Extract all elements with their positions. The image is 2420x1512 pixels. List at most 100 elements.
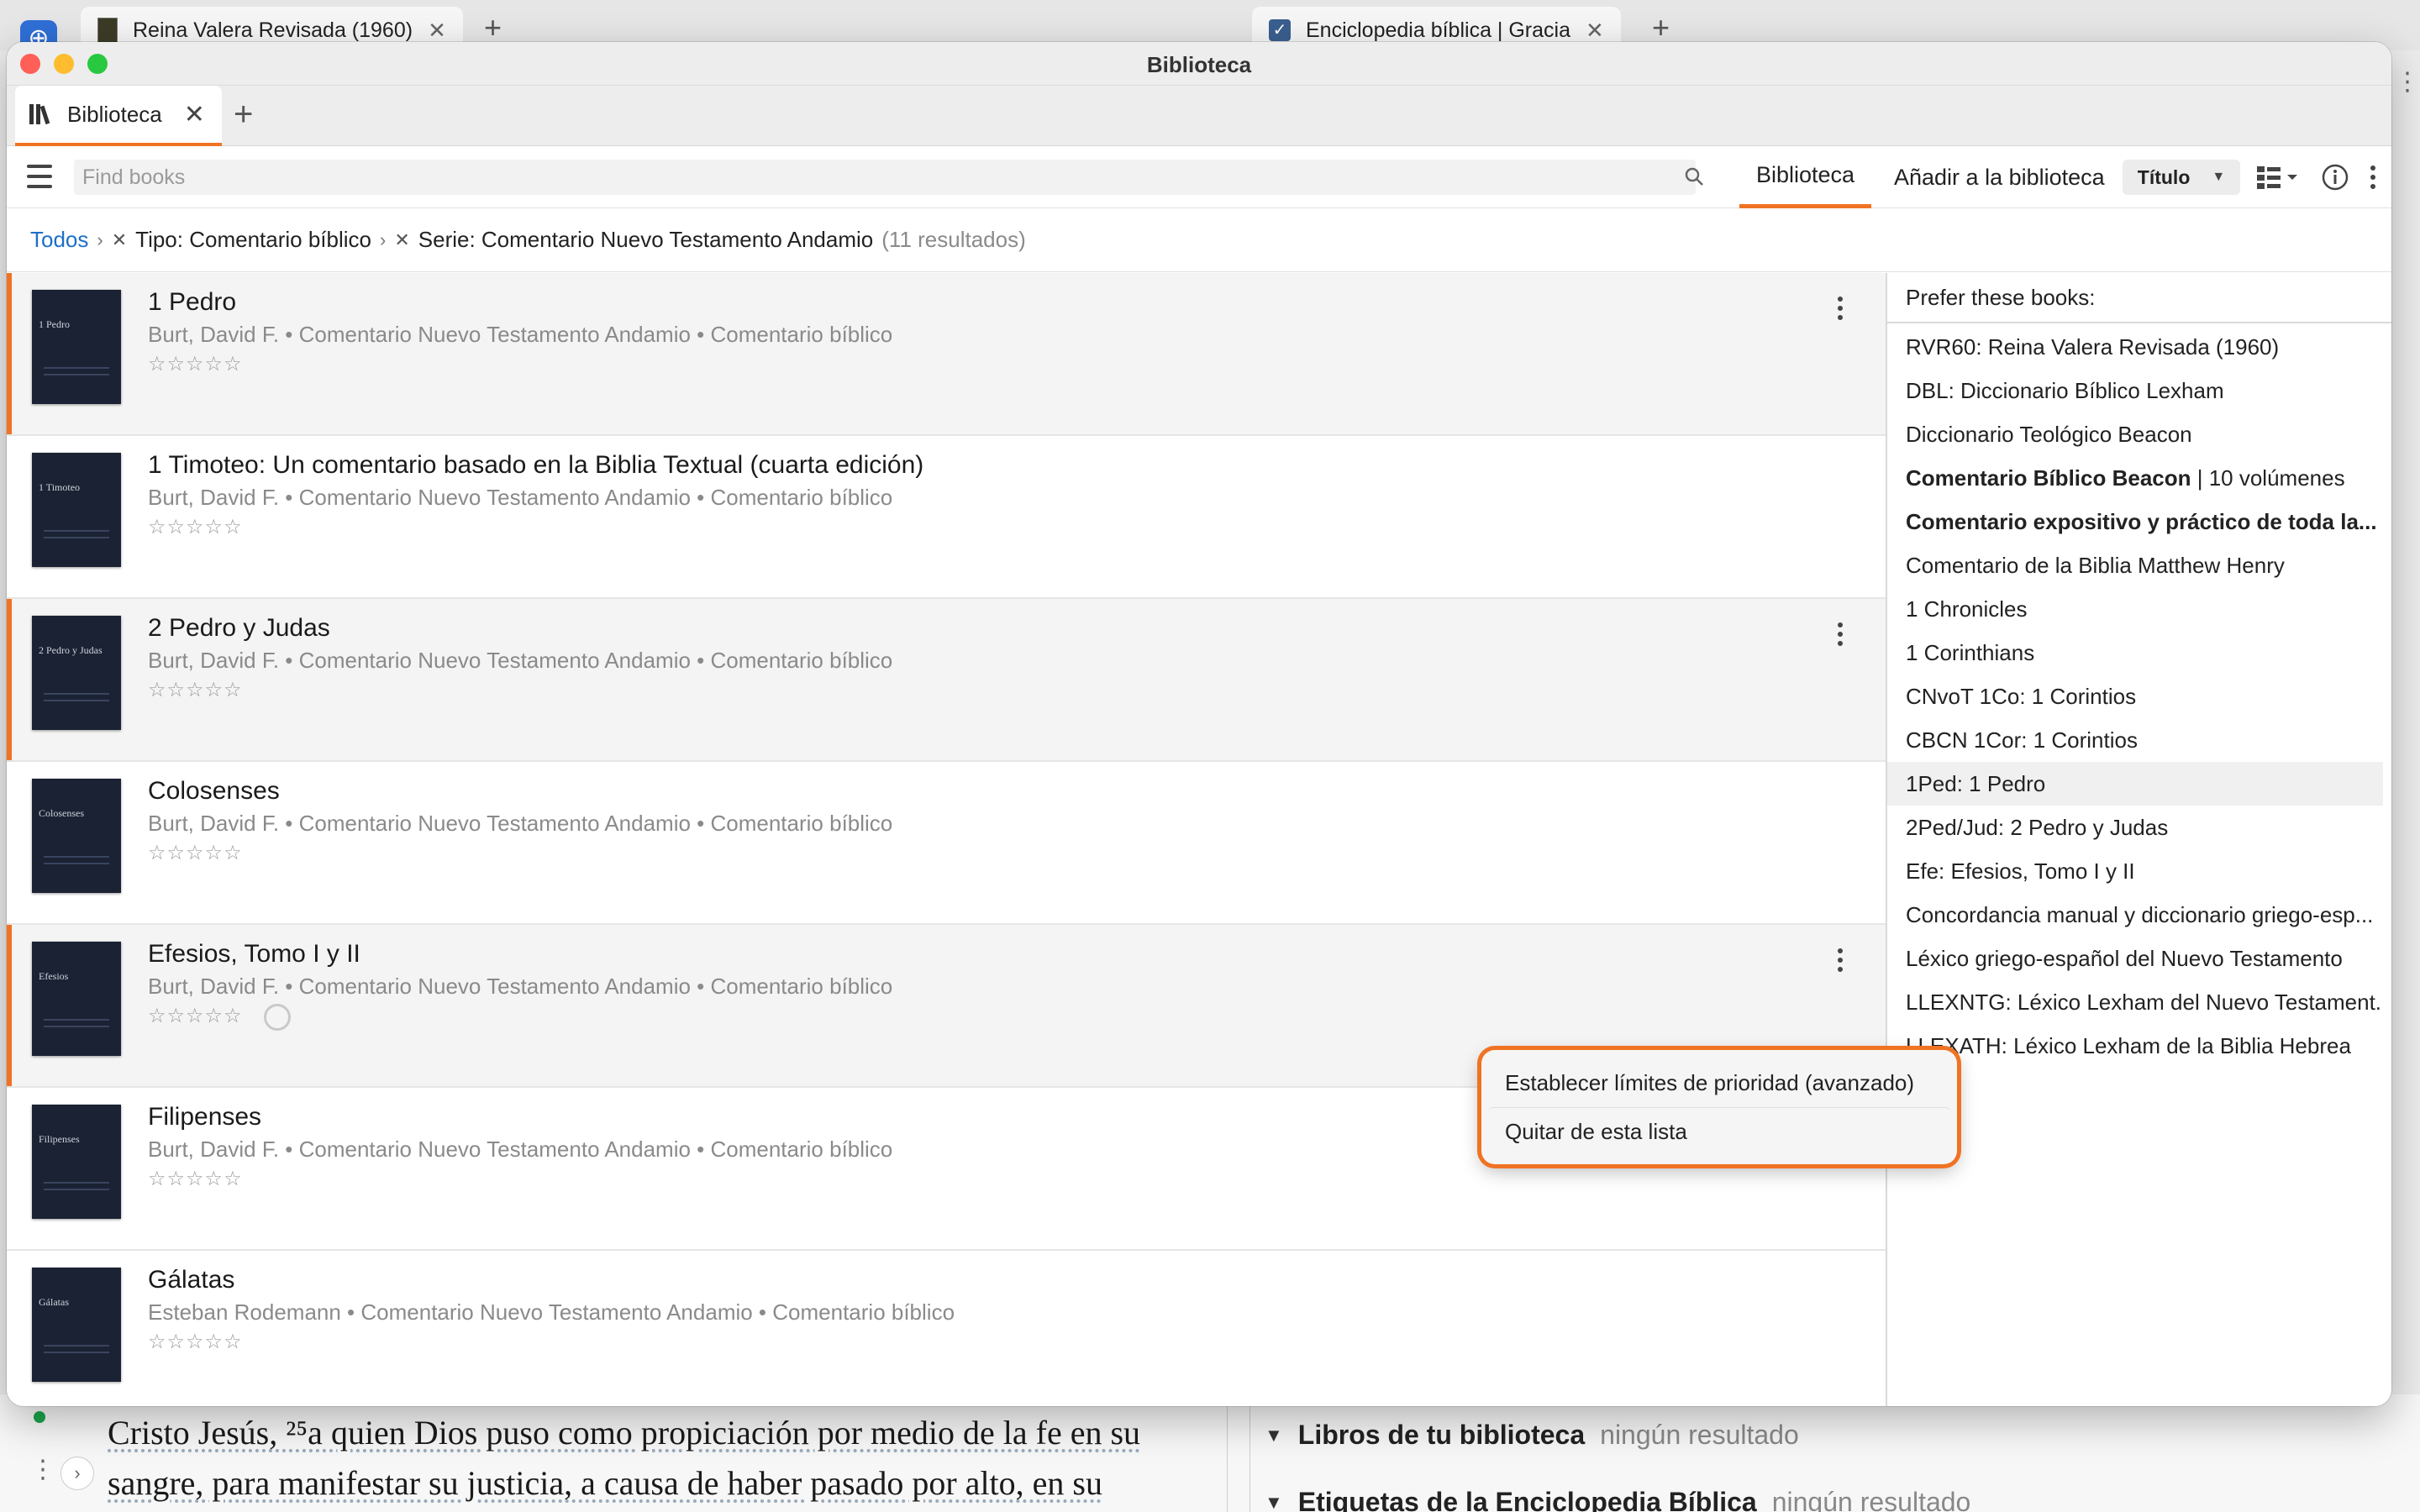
close-icon[interactable]: ✕: [428, 18, 446, 44]
book-cover: Efesios: [32, 942, 121, 1056]
book-row[interactable]: 2 Pedro y Judas 2 Pedro y Judas Burt, Da…: [7, 599, 1886, 762]
menu-item-label: Quitar de esta lista: [1505, 1119, 1687, 1144]
bible-text-line[interactable]: Cristo Jesús, ²⁵a quien Dios puso como p…: [108, 1413, 1200, 1452]
prefer-item[interactable]: CBCN 1Cor: 1 Corintios: [1887, 718, 2383, 762]
menu-item-label: Establecer límites de prioridad (avanzad…: [1505, 1069, 1915, 1095]
book-meta: Burt, David F. • Comentario Nuevo Testam…: [148, 1137, 893, 1162]
tab-add-to-library[interactable]: Añadir a la biblioteca: [1877, 146, 2122, 208]
book-row[interactable]: Colosenses Colosenses Burt, David F. • C…: [7, 762, 1886, 925]
tab-library[interactable]: Biblioteca: [1739, 146, 1872, 208]
add-tab-button[interactable]: +: [1652, 10, 1670, 45]
prefer-item-label: Comentario Bíblico Beacon: [1906, 465, 2191, 491]
breadcrumb-filter-type[interactable]: Tipo: Comentario bíblico: [135, 227, 371, 253]
rating-stars[interactable]: ☆☆☆☆☆: [148, 352, 243, 376]
rating-stars[interactable]: ☆☆☆☆☆: [148, 678, 243, 702]
add-tab-button[interactable]: +: [484, 10, 502, 45]
book-title[interactable]: Efesios, Tomo I y II: [148, 940, 360, 969]
rating-stars[interactable]: ☆☆☆☆☆: [148, 841, 243, 865]
book-meta: Burt, David F. • Comentario Nuevo Testam…: [148, 811, 893, 836]
more-options-icon[interactable]: [1832, 619, 1849, 649]
prefer-item[interactable]: 1Ped: 1 Pedro: [1887, 762, 2383, 806]
add-tab-button[interactable]: +: [234, 96, 253, 134]
sort-dropdown[interactable]: Título ▼: [2123, 160, 2240, 195]
close-icon[interactable]: ✕: [1586, 18, 1604, 44]
pane-divider[interactable]: [1227, 1394, 1250, 1512]
cover-title: Filipenses: [39, 1133, 80, 1145]
book-title[interactable]: Filipenses: [148, 1103, 261, 1131]
close-icon[interactable]: ✕: [184, 100, 205, 129]
remove-filter-icon[interactable]: ✕: [112, 229, 127, 251]
more-options-icon[interactable]: ⋮: [2395, 67, 2420, 97]
book-meta: Burt, David F. • Comentario Nuevo Testam…: [148, 974, 893, 999]
remove-filter-icon[interactable]: ✕: [394, 229, 409, 251]
prefer-item[interactable]: Concordancia manual y diccionario griego…: [1887, 893, 2383, 937]
menu-item-remove-from-list[interactable]: Quitar de esta lista: [1488, 1107, 1950, 1156]
more-options-icon[interactable]: ⋮: [30, 1455, 55, 1484]
book-row[interactable]: 1 Pedro 1 Pedro Burt, David F. • Comenta…: [7, 273, 1886, 436]
prefer-item[interactable]: Comentario Bíblico Beacon | 10 volúmenes: [1887, 456, 2383, 500]
prefer-item-label: Efe: Efesios, Tomo I y II: [1906, 858, 2135, 884]
book-meta: Burt, David F. • Comentario Nuevo Testam…: [148, 485, 893, 510]
background-tab-label: Reina Valera Revisada (1960): [133, 18, 413, 42]
prefer-item-label: CBCN 1Cor: 1 Corintios: [1906, 727, 2138, 753]
prefer-item[interactable]: Diccionario Teológico Beacon: [1887, 412, 2383, 456]
prefer-item-label: 1Ped: 1 Pedro: [1906, 770, 2046, 796]
book-title[interactable]: Gálatas: [148, 1266, 234, 1294]
book-list: 1 Pedro 1 Pedro Burt, David F. • Comenta…: [7, 273, 1886, 1406]
breadcrumb-filter-series[interactable]: Serie: Comentario Nuevo Testamento Andam…: [418, 227, 873, 253]
book-row[interactable]: 1 Timoteo 1 Timoteo: Un comentario basad…: [7, 436, 1886, 599]
prefer-item-label: Diccionario Teológico Beacon: [1906, 421, 2192, 447]
prefer-item[interactable]: LLEXNTG: Léxico Lexham del Nuevo Testame…: [1887, 980, 2383, 1024]
more-options-icon[interactable]: [1832, 293, 1849, 323]
sort-label: Título: [2137, 165, 2191, 188]
prefer-item-label: Comentario de la Biblia Matthew Henry: [1906, 552, 2285, 578]
prefer-item[interactable]: Comentario expositivo y práctico de toda…: [1887, 500, 2383, 543]
prefer-item[interactable]: 1 Corinthians: [1887, 631, 2383, 675]
prefer-item[interactable]: 2Ped/Jud: 2 Pedro y Judas: [1887, 806, 2383, 849]
more-options-icon[interactable]: [2365, 163, 2381, 192]
rating-stars[interactable]: ☆☆☆☆☆: [148, 1004, 243, 1028]
more-options-icon[interactable]: [1832, 945, 1849, 975]
section-encyclopedia-tags[interactable]: ▼ Etiquetas de la Enciclopedia Bíblica n…: [1265, 1487, 1970, 1512]
book-title[interactable]: 1 Timoteo: Un comentario basado en la Bi…: [148, 451, 923, 480]
prefer-item[interactable]: DBL: Diccionario Bíblico Lexham: [1887, 369, 2383, 412]
breadcrumb: Todos › ✕ Tipo: Comentario bíblico › ✕ S…: [7, 208, 2391, 272]
book-cover: Colosenses: [32, 779, 121, 893]
chevron-down-icon: ▼: [1265, 1424, 1283, 1446]
bible-text-line[interactable]: sangre, para manifestar su justicia, a c…: [108, 1463, 1200, 1503]
book-icon: [97, 18, 118, 43]
book-title[interactable]: Colosenses: [148, 777, 280, 806]
prefer-item[interactable]: CNvoT 1Co: 1 Corintios: [1887, 675, 2383, 718]
section-library-books[interactable]: ▼ Libros de tu biblioteca ningún resulta…: [1265, 1420, 1799, 1451]
chevron-right-icon[interactable]: ›: [60, 1457, 94, 1490]
prefer-item[interactable]: 1 Chronicles: [1887, 587, 2383, 631]
breadcrumb-root[interactable]: Todos: [30, 227, 88, 253]
book-title[interactable]: 2 Pedro y Judas: [148, 614, 330, 643]
info-icon[interactable]: [2321, 163, 2349, 192]
prefer-item[interactable]: RVR60: Reina Valera Revisada (1960): [1887, 325, 2383, 369]
book-cover: 1 Timoteo: [32, 453, 121, 567]
search-input[interactable]: [74, 160, 1696, 195]
search-icon[interactable]: [1684, 166, 1706, 188]
tab-biblioteca[interactable]: Biblioteca ✕: [15, 86, 222, 147]
prefer-item[interactable]: Efe: Efesios, Tomo I y II: [1887, 849, 2383, 893]
menu-icon[interactable]: [27, 165, 52, 188]
book-meta: Burt, David F. • Comentario Nuevo Testam…: [148, 322, 893, 347]
rating-stars[interactable]: ☆☆☆☆☆: [148, 1330, 243, 1354]
prefer-item-label: LLEXNTG: Léxico Lexham del Nuevo Testame…: [1906, 989, 2383, 1015]
book-title[interactable]: 1 Pedro: [148, 288, 236, 317]
book-row[interactable]: Gálatas Gálatas Esteban Rodemann • Comen…: [7, 1251, 1886, 1406]
cover-title: 2 Pedro y Judas: [39, 644, 103, 656]
prefer-item[interactable]: LLEXATH: Léxico Lexham de la Biblia Hebr…: [1887, 1024, 2383, 1068]
menu-item-set-priority-limits[interactable]: Establecer límites de prioridad (avanzad…: [1488, 1058, 1950, 1107]
result-count: (11 resultados): [881, 227, 1026, 252]
rating-stars[interactable]: ☆☆☆☆☆: [148, 1167, 243, 1191]
prefer-item-label: 2Ped/Jud: 2 Pedro y Judas: [1906, 814, 2169, 840]
chevron-down-icon: ▼: [1265, 1491, 1283, 1512]
rating-stars[interactable]: ☆☆☆☆☆: [148, 515, 243, 539]
book-meta: Esteban Rodemann • Comentario Nuevo Test…: [148, 1299, 955, 1325]
view-options-icon[interactable]: [2255, 165, 2302, 192]
prefer-item[interactable]: Comentario de la Biblia Matthew Henry: [1887, 543, 2383, 587]
prefer-item[interactable]: Léxico griego-español del Nuevo Testamen…: [1887, 937, 2383, 980]
context-menu: Establecer límites de prioridad (avanzad…: [1481, 1050, 1957, 1164]
